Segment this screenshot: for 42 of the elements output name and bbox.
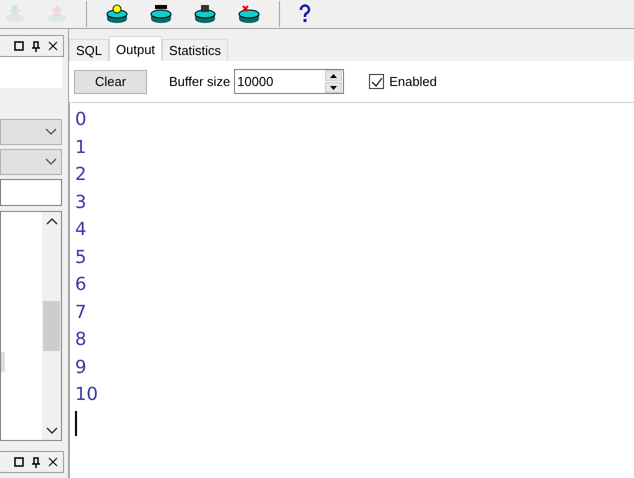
database-icon xyxy=(237,4,261,24)
clear-button[interactable]: Clear xyxy=(74,70,147,94)
close-icon[interactable] xyxy=(48,41,58,51)
scroll-up-icon[interactable] xyxy=(46,217,58,225)
list-box[interactable] xyxy=(0,211,62,441)
output-line: 8 xyxy=(75,328,86,352)
pin-icon[interactable] xyxy=(31,40,41,52)
buffer-size-spinner[interactable]: 10000 xyxy=(234,69,344,94)
scrollbar[interactable] xyxy=(42,212,61,440)
input-field[interactable] xyxy=(0,179,62,206)
database-icon xyxy=(193,4,217,24)
help-icon xyxy=(298,4,312,24)
output-line: 1 xyxy=(75,136,86,160)
output-console[interactable]: 0 1 2 3 4 5 6 7 8 9 10 xyxy=(69,103,634,478)
tab[interactable]: SQL xyxy=(69,39,110,61)
panel-area xyxy=(0,57,62,88)
output-line: 3 xyxy=(75,190,86,214)
database-icon xyxy=(149,4,173,24)
text-cursor xyxy=(75,410,77,436)
enabled-checkbox[interactable]: Enabled xyxy=(369,74,437,89)
chevron-down-icon xyxy=(45,158,57,166)
output-line: 9 xyxy=(75,356,86,380)
database-icon xyxy=(105,4,129,24)
tab[interactable]: Statistics xyxy=(162,39,228,61)
maximize-icon[interactable] xyxy=(14,457,24,467)
buffer-size-label: Buffer size xyxy=(169,74,230,89)
output-line: 4 xyxy=(75,218,86,242)
output-line: 0 xyxy=(75,108,86,132)
disk-arrow-icon xyxy=(4,4,26,24)
checkbox[interactable] xyxy=(369,74,384,89)
chevron-down-icon xyxy=(45,128,57,136)
scrollbar-thumb[interactable] xyxy=(43,301,60,351)
output-line: 10 xyxy=(75,383,98,407)
pin-icon[interactable] xyxy=(31,456,41,468)
output-line: 2 xyxy=(75,163,86,187)
close-icon[interactable] xyxy=(48,457,58,467)
output-line: 7 xyxy=(75,300,86,324)
scroll-down-icon[interactable] xyxy=(46,427,58,435)
output-line: 6 xyxy=(75,273,86,297)
output-line: 5 xyxy=(75,246,86,270)
maximize-icon[interactable] xyxy=(14,41,24,51)
tab[interactable]: Output xyxy=(109,36,162,61)
